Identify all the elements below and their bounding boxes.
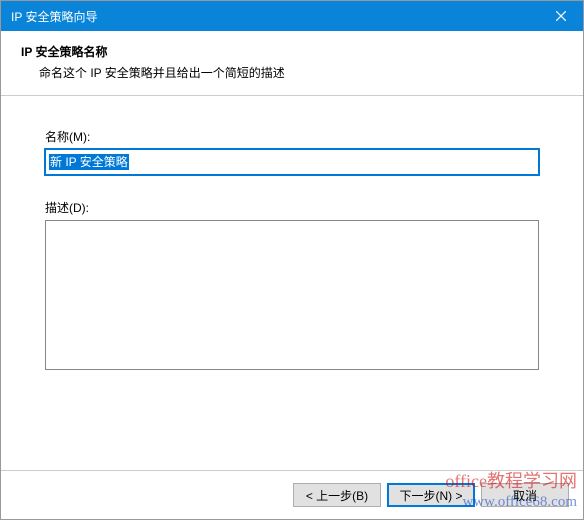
description-textarea[interactable] bbox=[45, 220, 539, 370]
name-input[interactable]: 新 IP 安全策略 bbox=[45, 149, 539, 175]
close-icon bbox=[556, 11, 566, 21]
header-title: IP 安全策略名称 bbox=[21, 43, 563, 60]
description-label: 描述(D): bbox=[45, 199, 539, 216]
content-area: 名称(M): 新 IP 安全策略 描述(D): bbox=[1, 96, 583, 394]
header-subtitle: 命名这个 IP 安全策略并且给出一个简短的描述 bbox=[39, 64, 563, 81]
close-button[interactable] bbox=[538, 1, 583, 31]
next-button[interactable]: 下一步(N) > bbox=[387, 483, 475, 507]
cancel-button[interactable]: 取消 bbox=[481, 483, 569, 507]
titlebar: IP 安全策略向导 bbox=[1, 1, 583, 31]
wizard-header: IP 安全策略名称 命名这个 IP 安全策略并且给出一个简短的描述 bbox=[1, 31, 583, 95]
footer-divider bbox=[1, 470, 583, 471]
button-bar: < 上一步(B) 下一步(N) > 取消 bbox=[293, 483, 569, 507]
back-button[interactable]: < 上一步(B) bbox=[293, 483, 381, 507]
window-title: IP 安全策略向导 bbox=[11, 8, 538, 25]
name-input-value: 新 IP 安全策略 bbox=[49, 154, 129, 170]
name-label: 名称(M): bbox=[45, 128, 539, 145]
